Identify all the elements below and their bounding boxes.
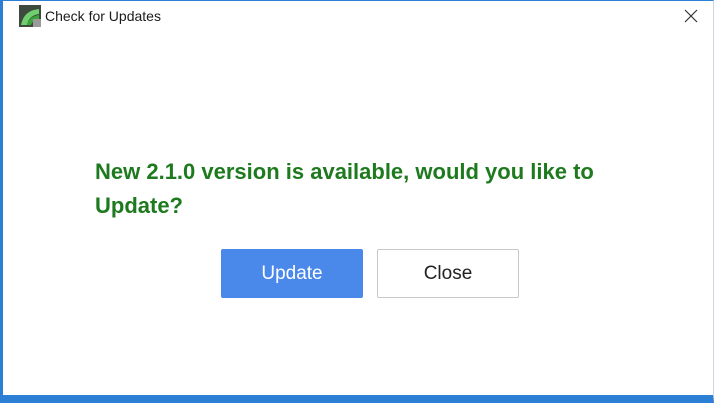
update-button[interactable]: Update bbox=[221, 249, 363, 298]
window-title: Check for Updates bbox=[45, 8, 161, 24]
app-logo-icon bbox=[19, 5, 41, 27]
update-dialog-window: Check for Updates New 2.1.0 version is a… bbox=[0, 0, 714, 403]
message-line-1: New 2.1.0 version is available, would yo… bbox=[95, 159, 594, 184]
message-line-2: Update? bbox=[95, 193, 183, 218]
title-bar: Check for Updates bbox=[3, 1, 713, 31]
close-button[interactable]: Close bbox=[377, 249, 519, 298]
close-icon[interactable] bbox=[675, 1, 707, 31]
update-message: New 2.1.0 version is available, would yo… bbox=[95, 155, 675, 223]
